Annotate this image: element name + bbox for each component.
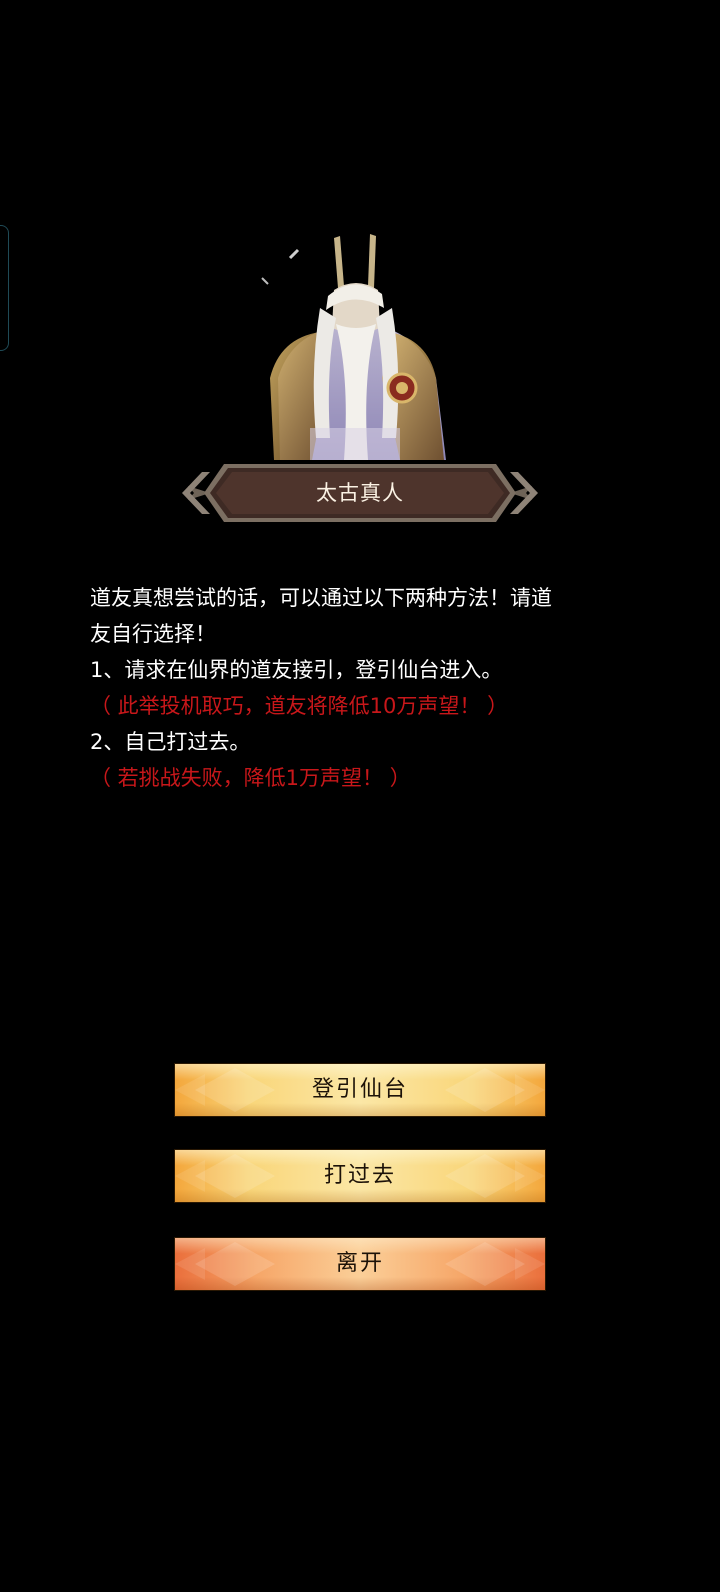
fight-through-button[interactable]: 打过去 xyxy=(175,1150,545,1202)
immortal-sage-portrait-icon xyxy=(261,234,446,460)
option-1-description: 1、请求在仙界的道友接引，登引仙台进入。 xyxy=(90,658,503,682)
npc-portrait xyxy=(250,228,460,468)
option-1-warning: （ 此举投机取巧，道友将降低10万声望！ ） xyxy=(90,694,509,718)
npc-nameplate: 太古真人 xyxy=(180,458,540,528)
ascend-platform-button[interactable]: 登引仙台 xyxy=(175,1064,545,1116)
option-2-description: 2、自己打过去。 xyxy=(90,730,251,754)
ascend-platform-label: 登引仙台 xyxy=(311,1077,408,1102)
leave-label: 离开 xyxy=(335,1251,384,1276)
leave-button[interactable]: 离开 xyxy=(175,1238,545,1290)
fight-through-label: 打过去 xyxy=(323,1163,396,1188)
dialog-line: 道友真想尝试的话，可以通过以下两种方法！请道 xyxy=(90,586,552,610)
option-2-warning: （ 若挑战失败，降低1万声望！ ） xyxy=(90,766,411,790)
npc-name: 太古真人 xyxy=(316,481,404,505)
dialog-text: 道友真想尝试的话，可以通过以下两种方法！请道 友自行选择！ 1、请求在仙界的道友… xyxy=(90,580,630,796)
dialog-line: 友自行选择！ xyxy=(90,622,216,646)
edge-side-tab[interactable] xyxy=(0,225,9,351)
